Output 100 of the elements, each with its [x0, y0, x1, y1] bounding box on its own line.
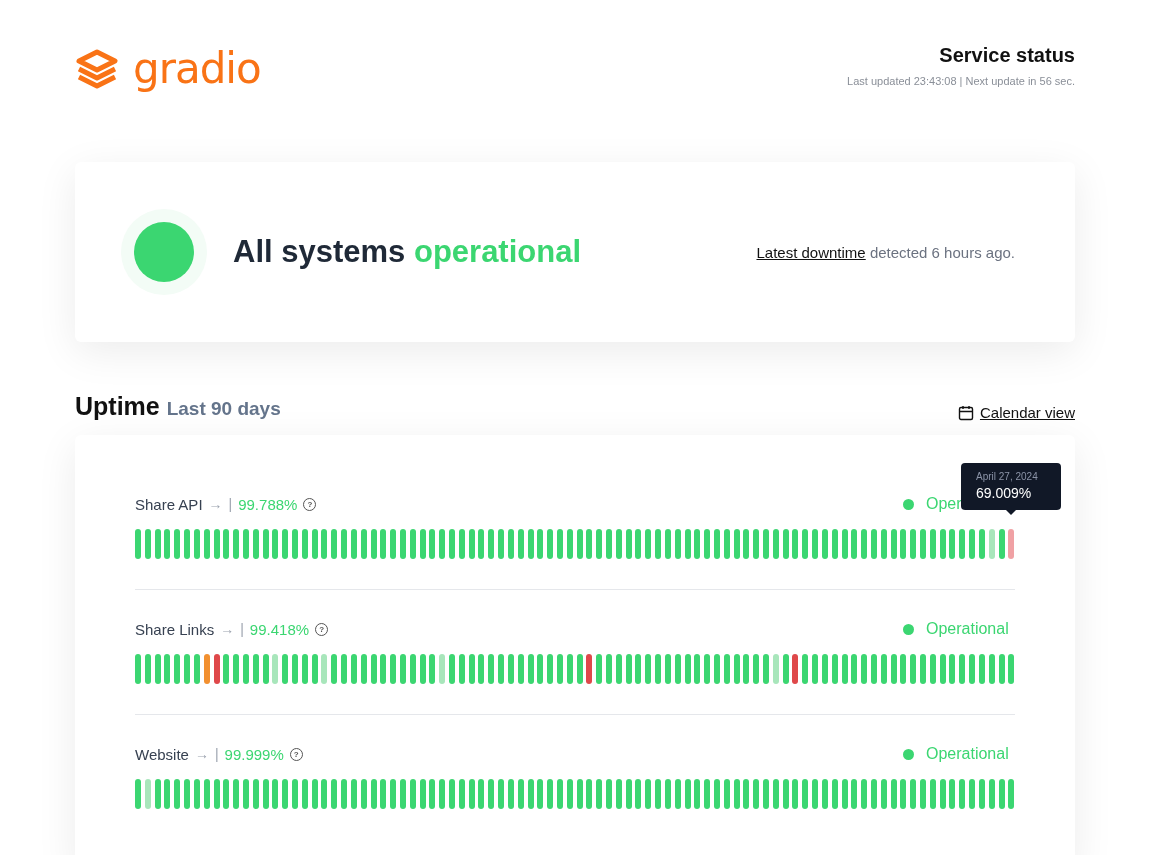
day-bar[interactable] — [625, 529, 632, 559]
day-bar[interactable] — [900, 779, 907, 809]
day-bar[interactable] — [645, 654, 652, 684]
day-bar[interactable] — [282, 654, 289, 684]
day-bar[interactable] — [350, 529, 357, 559]
day-bar[interactable] — [802, 779, 809, 809]
day-bar[interactable] — [713, 779, 720, 809]
day-bar[interactable] — [645, 779, 652, 809]
day-bar[interactable] — [949, 529, 956, 559]
day-bar[interactable] — [252, 779, 259, 809]
day-bar[interactable] — [439, 779, 446, 809]
day-bar[interactable] — [478, 529, 485, 559]
day-bar[interactable] — [537, 529, 544, 559]
day-bar[interactable] — [910, 654, 917, 684]
day-bar[interactable] — [262, 654, 269, 684]
day-bar[interactable] — [203, 529, 210, 559]
day-bar[interactable] — [164, 654, 171, 684]
day-bar[interactable] — [1008, 779, 1015, 809]
day-bar[interactable] — [233, 529, 240, 559]
day-bar[interactable] — [576, 779, 583, 809]
day-bar[interactable] — [154, 529, 161, 559]
day-bar[interactable] — [193, 529, 200, 559]
day-bar[interactable] — [184, 779, 191, 809]
day-bar[interactable] — [154, 779, 161, 809]
day-bar[interactable] — [851, 779, 858, 809]
day-bar[interactable] — [321, 779, 328, 809]
day-bar[interactable] — [360, 779, 367, 809]
day-bar[interactable] — [1008, 654, 1015, 684]
day-bar[interactable] — [694, 529, 701, 559]
day-bar[interactable] — [674, 654, 681, 684]
day-bar[interactable] — [527, 654, 534, 684]
day-bar[interactable] — [409, 529, 416, 559]
day-bar[interactable] — [929, 654, 936, 684]
day-bar[interactable] — [488, 779, 495, 809]
day-bar[interactable] — [576, 529, 583, 559]
day-bar[interactable] — [390, 779, 397, 809]
day-bar[interactable] — [635, 779, 642, 809]
day-bar[interactable] — [713, 654, 720, 684]
day-bar[interactable] — [870, 529, 877, 559]
day-bar[interactable] — [753, 529, 760, 559]
day-bar[interactable] — [311, 654, 318, 684]
day-bar[interactable] — [969, 654, 976, 684]
day-bar[interactable] — [409, 654, 416, 684]
day-bar[interactable] — [390, 529, 397, 559]
day-bar[interactable] — [812, 654, 819, 684]
day-bar[interactable] — [821, 654, 828, 684]
day-bar[interactable] — [900, 654, 907, 684]
day-bar[interactable] — [507, 654, 514, 684]
day-bar[interactable] — [978, 654, 985, 684]
day-bar[interactable] — [311, 779, 318, 809]
day-bar[interactable] — [164, 779, 171, 809]
day-bar[interactable] — [341, 529, 348, 559]
day-bar[interactable] — [252, 529, 259, 559]
day-bar[interactable] — [949, 779, 956, 809]
day-bar[interactable] — [969, 529, 976, 559]
day-bar[interactable] — [507, 779, 514, 809]
day-bar[interactable] — [380, 529, 387, 559]
day-bar[interactable] — [596, 529, 603, 559]
day-bar[interactable] — [684, 529, 691, 559]
day-bar[interactable] — [812, 779, 819, 809]
day-bar[interactable] — [498, 779, 505, 809]
day-bar[interactable] — [203, 654, 210, 684]
day-bar[interactable] — [596, 654, 603, 684]
day-bar[interactable] — [978, 529, 985, 559]
day-bar[interactable] — [851, 529, 858, 559]
day-bar[interactable] — [321, 529, 328, 559]
day-bar[interactable] — [635, 529, 642, 559]
day-bar[interactable] — [193, 654, 200, 684]
day-bar[interactable] — [498, 529, 505, 559]
downtime-link[interactable]: Latest downtime — [756, 243, 866, 261]
day-bar[interactable] — [144, 529, 151, 559]
day-bar[interactable] — [566, 529, 573, 559]
day-bar[interactable] — [635, 654, 642, 684]
day-bar[interactable] — [802, 529, 809, 559]
day-bar[interactable] — [929, 779, 936, 809]
day-bar[interactable] — [978, 779, 985, 809]
day-bar[interactable] — [380, 779, 387, 809]
day-bar[interactable] — [929, 529, 936, 559]
day-bar[interactable] — [429, 529, 436, 559]
day-bar[interactable] — [615, 529, 622, 559]
day-bar[interactable] — [507, 529, 514, 559]
day-bar[interactable] — [174, 779, 181, 809]
day-bar[interactable] — [242, 529, 249, 559]
day-bar[interactable] — [556, 779, 563, 809]
day-bar[interactable] — [694, 654, 701, 684]
day-bar[interactable] — [517, 529, 524, 559]
day-bar[interactable] — [704, 779, 711, 809]
day-bar[interactable] — [233, 654, 240, 684]
day-bar[interactable] — [949, 654, 956, 684]
day-bar[interactable] — [851, 654, 858, 684]
day-bar[interactable] — [890, 529, 897, 559]
day-bar[interactable] — [969, 779, 976, 809]
day-bar[interactable] — [959, 654, 966, 684]
day-bar[interactable] — [262, 779, 269, 809]
day-bar[interactable] — [733, 654, 740, 684]
day-bar[interactable] — [429, 654, 436, 684]
day-bar[interactable] — [880, 779, 887, 809]
day-bar[interactable] — [468, 779, 475, 809]
day-bar[interactable] — [831, 654, 838, 684]
day-bar[interactable] — [282, 779, 289, 809]
